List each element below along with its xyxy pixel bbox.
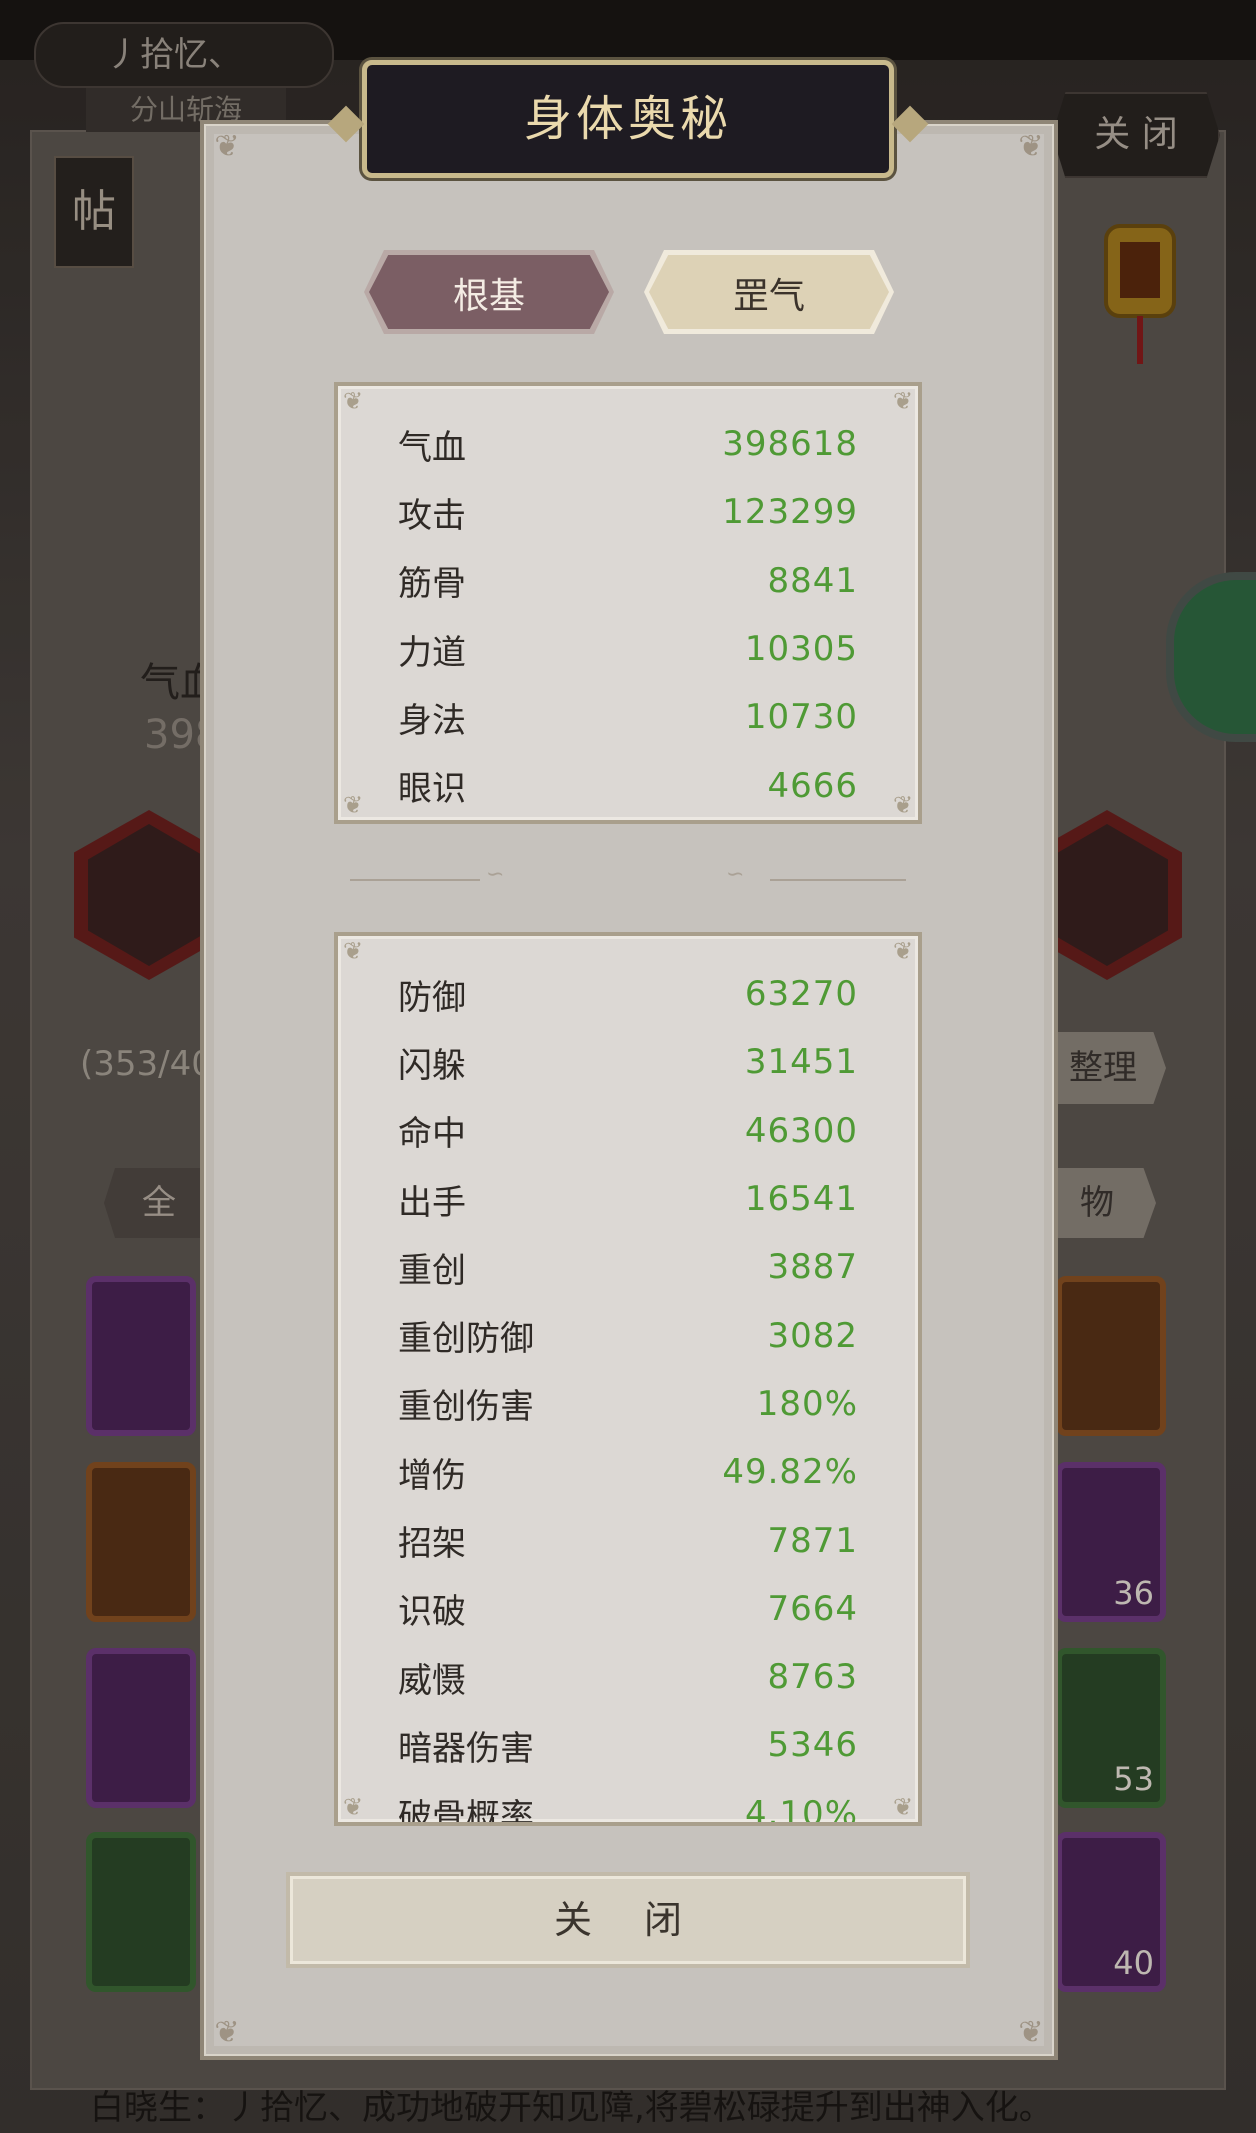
stat-value: 3887 — [767, 1247, 858, 1288]
corner-ornament-icon: ❦ — [892, 1793, 914, 1821]
combat-stats-list[interactable]: 防御 63270 闪躲 31451 命中 46300 出手 16541 重创 3887 重… — [398, 960, 858, 1826]
tab-gangqi-label: 罡气 — [649, 255, 889, 329]
stat-label: 重创伤害 — [398, 1387, 534, 1428]
close-button[interactable]: 关 闭 — [286, 1872, 970, 1968]
stat-row: 闪躲 31451 — [398, 1028, 858, 1096]
stat-label: 力道 — [398, 632, 466, 673]
stat-label: 暗器伤害 — [398, 1728, 534, 1769]
stat-label: 威慑 — [398, 1660, 466, 1701]
stat-value: 10305 — [744, 629, 858, 670]
stat-value: 180% — [756, 1383, 858, 1424]
stat-label: 眼识 — [398, 769, 466, 810]
stat-label: 命中 — [398, 1114, 466, 1155]
corner-ornament-icon: ❦ — [892, 791, 914, 819]
stat-row: 筋骨 8841 — [398, 547, 858, 615]
stat-row: 命中 46300 — [398, 1097, 858, 1165]
tab-gangqi[interactable]: 罡气 — [644, 250, 894, 334]
stat-row: 识破 7664 — [398, 1575, 858, 1643]
stat-value: 10730 — [744, 697, 858, 738]
base-stats-list: 气血 398618 攻击 123299 筋骨 8841 力道 10305 身法 10730… — [398, 410, 858, 820]
corner-ornament-icon: ❦ — [892, 937, 914, 965]
stat-row: 防御 63270 — [398, 960, 858, 1028]
stat-row: 气血 398618 — [398, 410, 858, 478]
stat-value: 16541 — [744, 1179, 858, 1220]
corner-ornament-icon: ❦ — [214, 129, 240, 164]
stat-value: 4666 — [767, 765, 858, 806]
dialog-title: 身体奥秘 — [523, 91, 732, 147]
stat-label: 攻击 — [398, 495, 466, 536]
stat-label: 增伤 — [398, 1455, 466, 1496]
stat-value: 3082 — [767, 1315, 858, 1356]
stat-row: 重创 3887 — [398, 1233, 858, 1301]
stat-label: 招架 — [398, 1524, 466, 1565]
stat-row: 身法 10730 — [398, 683, 858, 751]
stat-label: 筋骨 — [398, 564, 466, 605]
corner-ornament-icon: ❦ — [342, 387, 364, 415]
corner-ornament-icon: ❦ — [342, 791, 364, 819]
stat-value: 31451 — [744, 1042, 858, 1083]
corner-ornament-icon: ❦ — [342, 937, 364, 965]
stat-row: 眼识 4666 — [398, 751, 858, 819]
tab-genji-label: 根基 — [369, 255, 609, 329]
stat-label: 出手 — [398, 1182, 466, 1223]
stat-label: 重创防御 — [398, 1319, 534, 1360]
stat-row: 增伤 49.82% — [398, 1438, 858, 1506]
corner-ornament-icon: ❦ — [342, 1793, 364, 1821]
stat-label: 重创 — [398, 1250, 466, 1291]
stat-value: 8841 — [767, 560, 858, 601]
stat-label: 破骨概率 — [398, 1797, 534, 1826]
stat-label: 闪躲 — [398, 1045, 466, 1086]
stat-label: 防御 — [398, 977, 466, 1018]
stat-row: 暗器伤害 5346 — [398, 1711, 858, 1779]
stat-value: 5346 — [767, 1725, 858, 1766]
stat-value: 49.82% — [722, 1452, 858, 1493]
stat-row: 威慑 8763 — [398, 1643, 858, 1711]
stat-value: 4.10% — [744, 1793, 858, 1826]
dialog-title-plate: 身体奥秘 — [362, 60, 894, 178]
stat-row: 出手 16541 — [398, 1165, 858, 1233]
stat-label: 气血 — [398, 427, 466, 468]
stat-value: 7871 — [767, 1520, 858, 1561]
stat-row: 力道 10305 — [398, 615, 858, 683]
corner-ornament-icon: ❦ — [1018, 2015, 1044, 2050]
stat-row: 重创伤害 180% — [398, 1370, 858, 1438]
tab-genji[interactable]: 根基 — [364, 250, 614, 334]
stat-row: 重创防御 3082 — [398, 1301, 858, 1369]
corner-ornament-icon: ❦ — [892, 387, 914, 415]
corner-ornament-icon: ❦ — [1018, 129, 1044, 164]
stat-value: 398618 — [722, 424, 858, 465]
stat-value: 123299 — [722, 492, 858, 533]
stat-value: 7664 — [767, 1588, 858, 1629]
stat-label: 识破 — [398, 1592, 466, 1633]
stat-row: 破骨概率 4.10% — [398, 1780, 858, 1826]
stat-label: 身法 — [398, 700, 466, 741]
stat-row: 攻击 123299 — [398, 478, 858, 546]
stat-value: 63270 — [744, 974, 858, 1015]
base-stats-panel: ❦ ❦ ❦ ❦ 气血 398618 攻击 123299 筋骨 8841 力道 10305… — [334, 382, 922, 824]
corner-ornament-icon: ❦ — [214, 2015, 240, 2050]
stat-row: 招架 7871 — [398, 1506, 858, 1574]
section-divider: ∽ ∽ — [350, 862, 906, 890]
combat-stats-panel[interactable]: ❦ ❦ ❦ ❦ 防御 63270 闪躲 31451 命中 46300 出手 16541 … — [334, 932, 922, 1826]
stat-value: 8763 — [767, 1657, 858, 1698]
stat-value: 46300 — [744, 1110, 858, 1151]
